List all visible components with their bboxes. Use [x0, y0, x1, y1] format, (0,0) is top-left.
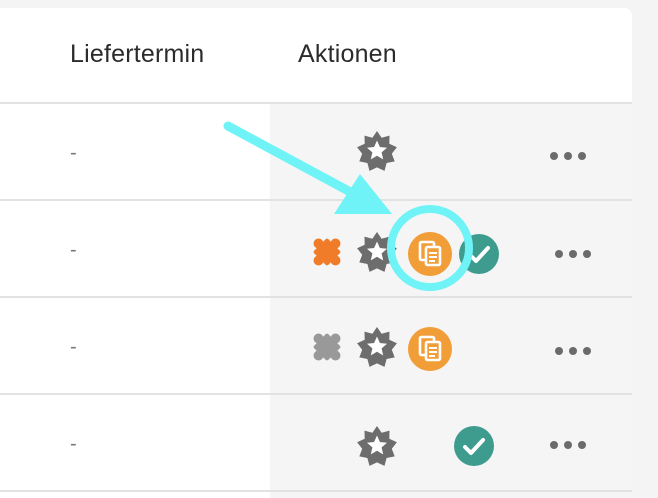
puzzle-icon[interactable] [306, 326, 348, 368]
copy-document-icon[interactable] [407, 231, 453, 277]
table-header: Liefertermin Aktionen [0, 8, 632, 104]
check-circle-icon[interactable] [458, 233, 500, 275]
liefertermin-cell: - [70, 336, 77, 358]
table-row: - [0, 104, 632, 201]
more-options-icon[interactable] [555, 244, 591, 264]
star-badge-icon[interactable] [356, 326, 398, 368]
orders-table-card: Liefertermin Aktionen - - - - [0, 8, 632, 498]
liefertermin-cell: - [70, 142, 77, 164]
star-badge-icon[interactable] [356, 130, 398, 172]
star-badge-icon[interactable] [356, 425, 398, 467]
table-row: - [0, 298, 632, 395]
more-options-icon[interactable] [550, 146, 586, 166]
liefertermin-cell: - [70, 433, 77, 455]
table-row: - [0, 395, 632, 492]
puzzle-icon[interactable] [306, 231, 348, 273]
column-header-aktionen: Aktionen [298, 40, 397, 68]
liefertermin-cell: - [70, 239, 77, 261]
check-circle-icon[interactable] [453, 425, 495, 467]
column-header-liefertermin[interactable]: Liefertermin [70, 40, 204, 69]
table-row: - [0, 201, 632, 298]
star-badge-icon[interactable] [356, 231, 398, 273]
more-options-icon[interactable] [555, 341, 591, 361]
copy-document-icon[interactable] [407, 326, 453, 372]
more-options-icon[interactable] [550, 435, 586, 455]
